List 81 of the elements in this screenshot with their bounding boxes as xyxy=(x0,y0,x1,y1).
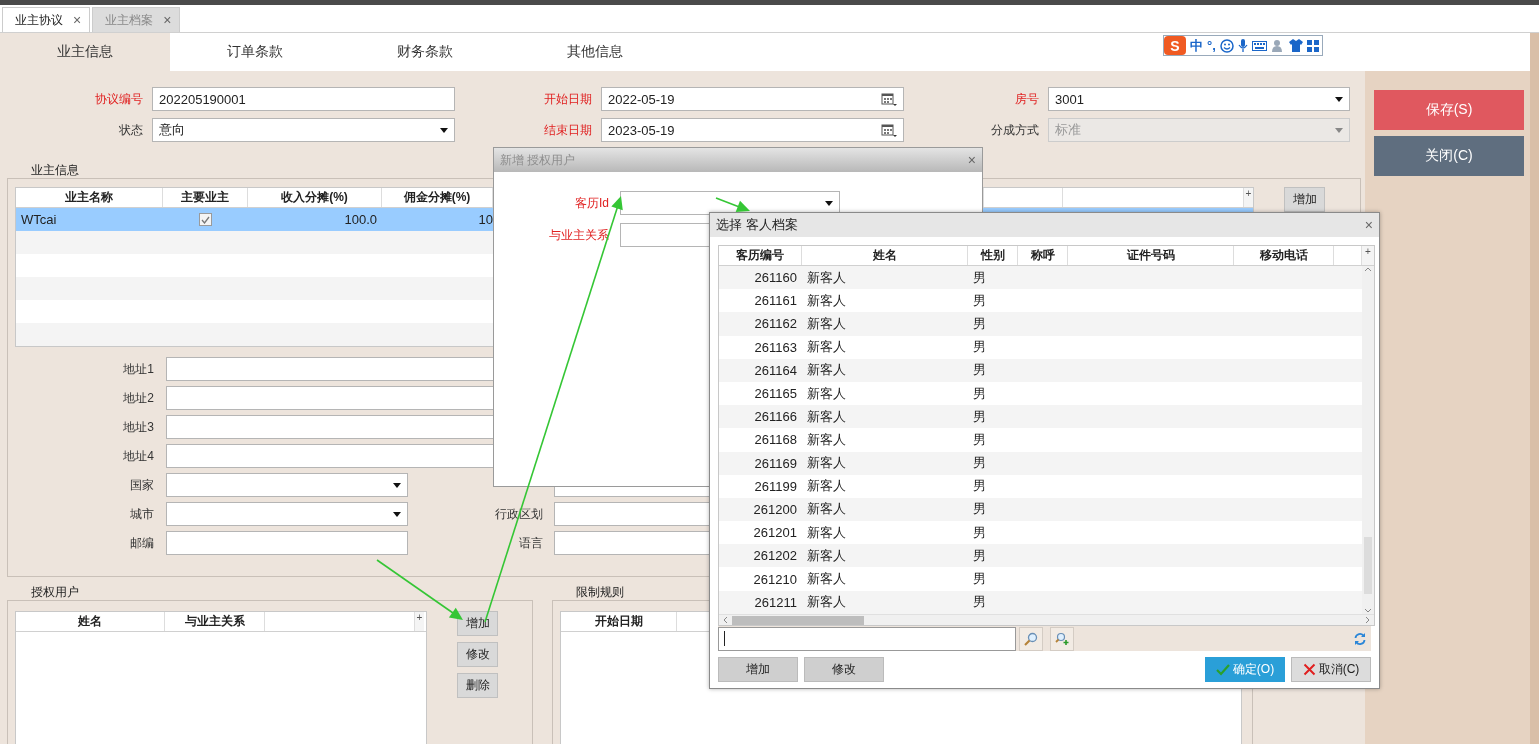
table-cell-text: 男 xyxy=(972,291,987,310)
table-cell-text: 261168 xyxy=(753,431,798,450)
field-label: 国家 xyxy=(129,476,154,494)
table-cell-text: 261161 xyxy=(753,292,798,311)
table-cell-text: 男 xyxy=(972,430,987,449)
table-cell-text: 新客人 xyxy=(806,523,847,542)
table-cell-text: 男 xyxy=(972,477,987,496)
table-cell-text: 新客人 xyxy=(806,500,847,519)
dialog-title: 选择 客人档案 xyxy=(716,216,798,234)
table-cell-text: 261200 xyxy=(752,500,798,519)
table-cell-text: 男 xyxy=(972,268,987,287)
column-header: 与业主关系 xyxy=(165,612,265,631)
field-label: 地址2 xyxy=(122,389,154,407)
field-label: 客历Id xyxy=(574,194,609,212)
field-label: 地址1 xyxy=(122,360,154,378)
table-cell-text: 男 xyxy=(972,361,987,380)
table-cell-text: 261199 xyxy=(753,477,798,496)
table-cell-text: 新客人 xyxy=(806,361,847,380)
column-header: 姓名 xyxy=(16,612,165,631)
field-label: 协议编号 xyxy=(94,90,143,108)
table-cell-text: 10 xyxy=(477,211,493,229)
field-label: 状态 xyxy=(118,121,143,139)
table-cell-text: 新客人 xyxy=(806,384,847,403)
table-cell-text: 新客人 xyxy=(806,291,847,310)
group-title: 授权用户 xyxy=(31,585,80,600)
table-cell-text: 261211 xyxy=(753,593,798,612)
column-header: 称呼 xyxy=(1018,246,1068,265)
table-cell-text: 新客人 xyxy=(806,407,847,426)
table-cell-text: 261210 xyxy=(752,570,798,589)
dialog-title: 新增 授权用户 xyxy=(500,151,576,169)
field-label: 结束日期 xyxy=(543,121,592,139)
column-header: 主要业主 xyxy=(163,188,248,207)
table-cell-text: 新客人 xyxy=(806,268,847,287)
group-title: 业主信息 xyxy=(31,163,80,178)
table-cell-text: 261160 xyxy=(753,269,798,288)
table-cell-text: 男 xyxy=(972,407,987,426)
table-cell-text: 新客人 xyxy=(806,338,847,357)
table-cell-text: 261166 xyxy=(753,408,798,427)
field-label: 城市 xyxy=(129,505,154,523)
table-cell-text: 男 xyxy=(972,384,987,403)
table-cell-text: 新客人 xyxy=(806,570,847,589)
table-cell-text: 男 xyxy=(972,500,987,519)
column-header: 业主名称 xyxy=(16,188,163,207)
table-cell-text: 261162 xyxy=(753,315,798,334)
table-cell-text: 男 xyxy=(972,570,987,589)
table-cell-text: 男 xyxy=(972,454,987,473)
table-cell-text: 新客人 xyxy=(806,454,847,473)
field-label: 地址4 xyxy=(122,447,154,465)
table-cell-text: 261169 xyxy=(753,454,798,473)
table-cell-text: 261164 xyxy=(753,361,798,380)
field-label: 开始日期 xyxy=(543,90,592,108)
field-label: 分成方式 xyxy=(990,121,1039,139)
table-cell-text: 261202 xyxy=(752,547,798,566)
field-label: 与业主关系 xyxy=(548,226,609,244)
table-cell-text: 261163 xyxy=(753,338,798,357)
table-cell-text: 男 xyxy=(972,523,987,542)
group-title: 限制规则 xyxy=(576,585,625,600)
table-cell-text: 男 xyxy=(972,546,987,565)
table-cell-text: 男 xyxy=(972,338,987,357)
column-header: 开始日期 xyxy=(561,612,677,631)
table-cell-text: 261201 xyxy=(752,524,798,543)
field-label: 房号 xyxy=(1014,90,1039,108)
field-label: 语言 xyxy=(518,534,543,552)
column-header: 姓名 xyxy=(802,246,968,265)
table-cell-text: 新客人 xyxy=(806,546,847,565)
column-header: 性别 xyxy=(968,246,1018,265)
table-cell-text: WTcai xyxy=(20,211,58,229)
column-header: 移动电话 xyxy=(1234,246,1334,265)
table-cell-text: 100.0 xyxy=(343,211,378,229)
table-cell-text: 男 xyxy=(972,593,987,612)
table-cell-text: 261165 xyxy=(753,385,798,404)
column-header: 收入分摊(%) xyxy=(248,188,382,207)
column-header: 证件号码 xyxy=(1068,246,1234,265)
column-header: 客历编号 xyxy=(719,246,802,265)
table-cell-text: 新客人 xyxy=(806,593,847,612)
field-label: 地址3 xyxy=(122,418,154,436)
table-cell-text: 新客人 xyxy=(806,430,847,449)
table-cell-text: 新客人 xyxy=(806,477,847,496)
table-cell-text: 男 xyxy=(972,314,987,333)
table-cell-text: 新客人 xyxy=(806,314,847,333)
field-label: 邮编 xyxy=(129,534,154,552)
